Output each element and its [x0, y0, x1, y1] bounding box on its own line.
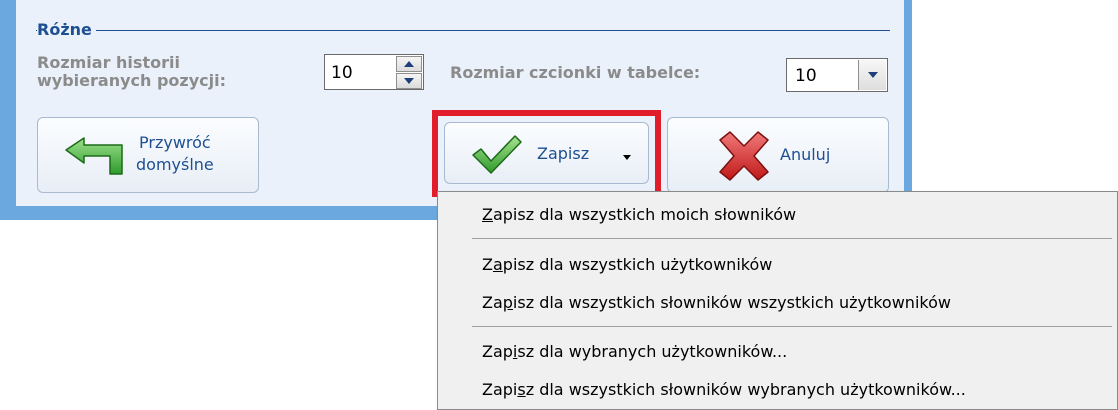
font-size-value: 10 [795, 66, 817, 86]
history-size-label-line2: wybieranych pozycji: [37, 71, 226, 90]
menu-separator [472, 326, 1112, 327]
triangle-up-icon [404, 61, 414, 67]
history-size-label: Rozmiar historii wybieranych pozycji: [37, 54, 297, 90]
combo-dropdown-button[interactable] [858, 60, 886, 90]
restore-defaults-label-line1: Przywróć [139, 133, 211, 152]
group-divider [36, 30, 890, 31]
green-arrow-back-icon [65, 137, 123, 175]
history-size-spinner[interactable]: 10 [324, 54, 424, 90]
spin-down-button[interactable] [396, 73, 422, 89]
font-size-label: Rozmiar czcionki w tabelce: [450, 63, 701, 82]
restore-defaults-button[interactable]: Przywróć domyślne [37, 117, 259, 193]
cancel-label: Anuluj [780, 145, 831, 164]
red-x-icon [719, 131, 769, 181]
menu-separator [472, 238, 1112, 239]
triangle-down-icon [404, 78, 414, 84]
group-title: Różne [37, 20, 96, 40]
save-label: Zapisz [537, 144, 590, 163]
menu-item-save-all-dictionaries-selected-users[interactable]: Zapisz dla wszystkich słowników wybranyc… [482, 380, 966, 400]
spin-up-button[interactable] [396, 56, 422, 72]
save-button[interactable]: Zapisz [444, 122, 649, 184]
restore-defaults-label-line2: domyślne [136, 155, 214, 174]
save-options-menu: Zapisz dla wszystkich moich słowników Za… [437, 191, 1118, 410]
history-size-label-line1: Rozmiar historii [37, 53, 180, 72]
green-checkmark-icon [472, 135, 522, 174]
save-dropdown-arrow[interactable] [623, 153, 631, 164]
menu-item-save-selected-users[interactable]: Zapisz dla wybranych użytkowników... [482, 342, 787, 362]
history-size-value[interactable]: 10 [331, 63, 353, 83]
small-down-arrow-icon [623, 155, 631, 160]
menu-item-save-all-dictionaries-all-users[interactable]: Zapisz dla wszystkich słowników wszystki… [482, 293, 951, 313]
cancel-button[interactable]: Anuluj [667, 117, 889, 193]
font-size-combo[interactable]: 10 [786, 58, 888, 92]
menu-item-save-my-dictionaries[interactable]: Zapisz dla wszystkich moich słowników [482, 205, 796, 225]
restore-defaults-label: Przywróć domyślne [136, 132, 214, 176]
menu-item-save-all-users[interactable]: Zapisz dla wszystkich użytkowników [482, 255, 772, 275]
chevron-down-icon [867, 72, 878, 78]
